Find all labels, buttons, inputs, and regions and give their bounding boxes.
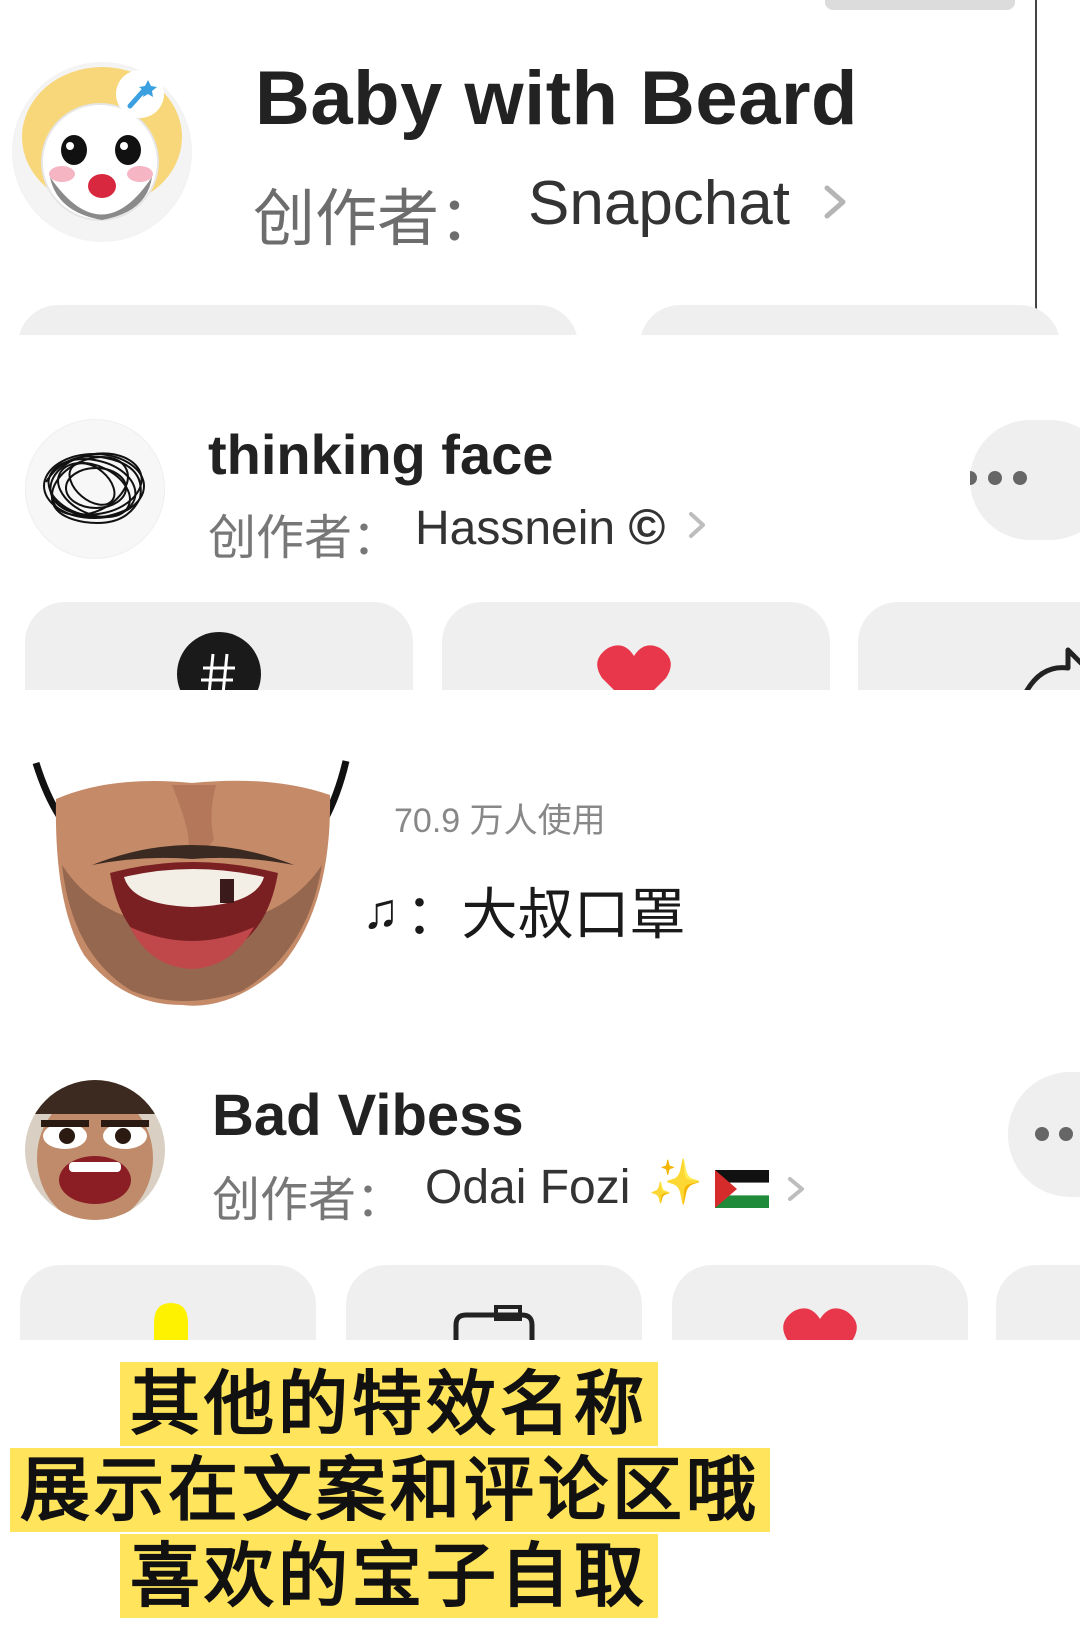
share-icon [1024,647,1080,690]
scribble-icon [43,452,145,524]
lens-title: Bad Vibess [212,1083,524,1148]
creator-label: 创作者： [253,185,502,254]
lens-title: thinking face [208,423,554,486]
heart-icon [783,1308,857,1340]
usage-count: 70.9 万人使用 [394,802,606,840]
heart-icon [597,645,671,690]
creator-label: 创作者： [208,512,401,565]
lens-avatar-baby-with-beard[interactable] [12,62,192,242]
baby-beard-face-icon [14,64,190,240]
caption-line-1: 其他的特效名称 [120,1362,658,1446]
creator-label: 创作者： [212,1174,405,1227]
lens-title: Baby with Beard [255,56,858,141]
lens-avatar-bad-vibess[interactable] [25,1080,165,1220]
lens-panel-baby-with-beard: Baby with Beard 创作者： Snapchat [0,0,1080,335]
action-pill-hashtag[interactable] [25,602,413,690]
copyright-icon: © [628,499,666,555]
action-pill-share[interactable] [996,1265,1080,1340]
creator-name-link[interactable]: Odai Fozi [425,1160,630,1215]
more-dots-icon [963,471,1027,485]
creator-name-link[interactable]: Hassnein © [415,498,665,556]
music-row[interactable]: ♫ ：大叔口罩 [362,870,686,951]
creator-name: Hassnein [415,502,616,555]
effect-info-panel: 70.9 万人使用 ♫ ：大叔口罩 [0,755,1080,1015]
lens-panel-bad-vibess: Bad Vibess 创作者： Odai Fozi ✨ [0,1060,1080,1340]
caption-line-3: 喜欢的宝子自取 [120,1534,658,1618]
creator-name-link[interactable]: Snapchat [528,168,790,239]
chevron-right-icon[interactable] [815,182,855,222]
hashtag-icon [177,632,261,690]
camera-icon [453,1305,535,1340]
action-pill-favorite[interactable] [672,1265,968,1340]
lens-panel-thinking-face: thinking face 创作者： Hassnein © [0,380,1080,690]
distorted-face-icon [25,1080,165,1220]
action-pill-share[interactable] [858,602,1080,690]
chevron-right-icon[interactable] [682,510,712,540]
palestine-flag-icon [715,1170,769,1208]
chevron-right-icon[interactable] [782,1175,810,1203]
action-pill[interactable] [18,305,578,335]
music-note-icon: ♫ [362,882,400,939]
more-dots-icon [1035,1127,1073,1141]
sparkle-icon: ✨ [648,1158,703,1207]
action-pill[interactable] [640,305,1060,335]
action-pill-camera[interactable] [346,1265,642,1340]
caption-line-2: 展示在文案和评论区哦 [10,1448,770,1532]
action-pill-snap[interactable] [20,1265,316,1340]
status-strip [825,0,1015,10]
snapchat-ghost-icon [154,1303,188,1340]
action-pill-favorite[interactable] [442,602,830,690]
uncle-mouth-mask-image[interactable] [32,755,350,1007]
music-title: ：大叔口罩 [405,883,686,946]
lens-avatar-thinking-face[interactable] [26,420,164,558]
screen-edge-divider [1035,0,1037,335]
more-options-button[interactable] [1008,1072,1080,1197]
more-options-button[interactable] [963,420,1080,540]
